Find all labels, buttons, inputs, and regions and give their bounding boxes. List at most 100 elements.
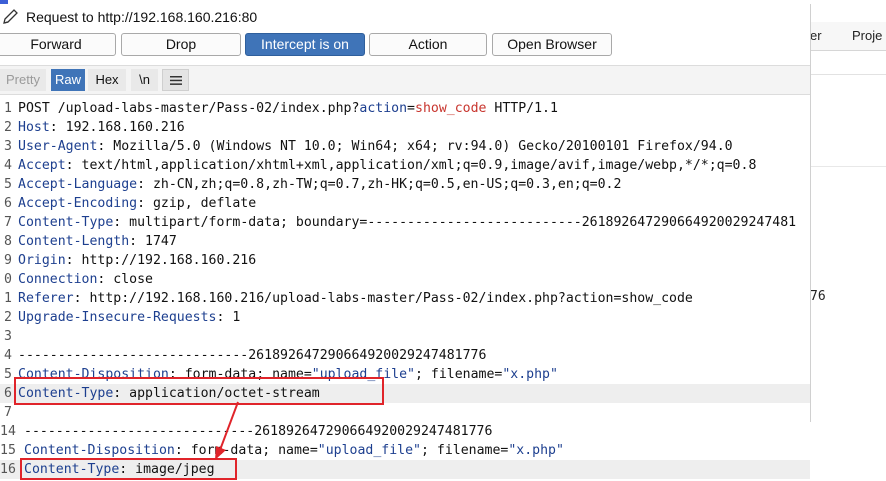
request-line[interactable]: 3 User-Agent: Mozilla/5.0 (Windows NT 10.…: [0, 137, 810, 156]
line-text: : gzip, deflate: [137, 196, 257, 211]
header-name: User-Agent: [18, 139, 98, 154]
request-line[interactable]: 2 Host: 192.168.160.216: [0, 118, 810, 137]
background-tab-project[interactable]: Proje: [852, 28, 882, 43]
divider: [810, 74, 886, 75]
title-bar: Request to http://192.168.160.216:80: [0, 4, 810, 30]
line-number: 5: [4, 367, 12, 382]
line-number: 1: [4, 101, 12, 116]
line-number: 0: [4, 272, 12, 287]
intercept-toggle-button[interactable]: Intercept is on: [245, 33, 365, 56]
request-line[interactable]: 7 Content-Type: multipart/form-data; boun…: [0, 213, 810, 232]
request-line[interactable]: 8 Content-Length: 1747: [0, 232, 810, 251]
line-number: 4: [4, 348, 12, 363]
line-content: -----------------------------26189264729…: [24, 422, 492, 441]
string-literal: "x.php": [508, 443, 564, 458]
line-number: 6: [4, 386, 12, 401]
line-text: : 1: [216, 310, 241, 325]
header-name: Host: [18, 120, 50, 135]
pencil-icon: [3, 9, 18, 24]
divider: [810, 166, 886, 167]
line-text: : zh-CN,zh;q=0.8,zh-TW;q=0.7,zh-HK;q=0.5…: [137, 177, 622, 192]
line-text: -----------------------------26189264729…: [18, 348, 487, 363]
menu-button[interactable]: [162, 69, 189, 91]
line-content: User-Agent: Mozilla/5.0 (Windows NT 10.0…: [18, 137, 733, 156]
request-line[interactable]: 5 Accept-Language: zh-CN,zh;q=0.8,zh-TW;q…: [0, 175, 810, 194]
highlight-box-octet-stream: [14, 377, 384, 405]
background-tab-bar: er Proje: [810, 22, 886, 51]
line-number: 16: [0, 462, 16, 477]
line-number: 3: [4, 139, 12, 154]
request-line[interactable]: 4 Accept: text/html,application/xhtml+xml…: [0, 156, 810, 175]
line-content: -----------------------------26189264729…: [18, 346, 486, 365]
request-line[interactable]: 3: [0, 327, 810, 346]
forward-button[interactable]: Forward: [0, 33, 116, 56]
request-line[interactable]: 14 -----------------------------261892647…: [0, 422, 810, 441]
request-line[interactable]: 1 Referer: http://192.168.160.216/upload-…: [0, 289, 810, 308]
line-text: : text/html,application/xhtml+xml,applic…: [65, 158, 757, 173]
request-line[interactable]: 4 -----------------------------2618926472…: [0, 346, 810, 365]
line-number: 3: [4, 329, 12, 344]
request-line[interactable]: 0 Connection: close: [0, 270, 810, 289]
line-number: 9: [4, 253, 12, 268]
line-number: 6: [4, 196, 12, 211]
line-content: Connection: close: [18, 270, 153, 289]
line-number: 15: [0, 443, 16, 458]
line-text: : 1747: [129, 234, 177, 249]
line-content: Referer: http://192.168.160.216/upload-l…: [18, 289, 693, 308]
request-line[interactable]: 6 Accept-Encoding: gzip, deflate: [0, 194, 810, 213]
action-button[interactable]: Action: [369, 33, 487, 56]
line-text: HTTP/1.1: [486, 101, 558, 116]
background-tab-partial[interactable]: er: [810, 28, 822, 43]
header-name: Content-Disposition: [24, 443, 175, 458]
tab-show-newlines[interactable]: \n: [131, 69, 158, 91]
header-name: Accept-Encoding: [18, 196, 138, 211]
header-name: Connection: [18, 272, 98, 287]
drop-button[interactable]: Drop: [121, 33, 241, 56]
header-name: Referer: [18, 291, 74, 306]
line-number: 7: [4, 215, 12, 230]
line-content: Upgrade-Insecure-Requests: 1: [18, 308, 240, 327]
header-name: Accept: [18, 158, 66, 173]
request-line[interactable]: 7: [0, 403, 810, 422]
tab-pretty[interactable]: Pretty: [0, 69, 46, 91]
header-name: Content-Type: [18, 215, 114, 230]
line-number: 2: [4, 120, 12, 135]
line-number: 14: [0, 424, 16, 439]
view-toolbar: Pretty Raw Hex \n: [0, 65, 810, 95]
line-number: 8: [4, 234, 12, 249]
line-text: : http://192.168.160.216: [65, 253, 257, 268]
open-browser-button[interactable]: Open Browser: [492, 33, 612, 56]
line-content: Origin: http://192.168.160.216: [18, 251, 256, 270]
line-number: 5: [4, 177, 12, 192]
tab-hex[interactable]: Hex: [88, 69, 126, 91]
intercept-panel: Request to http://192.168.160.216:80 For…: [0, 4, 811, 422]
line-text: POST /upload-labs-master/Pass-02/index.p…: [18, 101, 360, 116]
red-arrow-icon: [215, 401, 239, 460]
header-name: Accept-Language: [18, 177, 138, 192]
tab-raw[interactable]: Raw: [51, 69, 85, 91]
header-name: Content-Length: [18, 234, 130, 249]
line-text: =: [407, 101, 415, 116]
highlight-box-image-jpeg: [20, 458, 237, 480]
param-value: show_code: [415, 101, 487, 116]
request-line[interactable]: 2 Upgrade-Insecure-Requests: 1: [0, 308, 810, 327]
request-title: Request to http://192.168.160.216:80: [26, 9, 258, 25]
hamburger-menu-icon: [170, 76, 182, 85]
line-text: ; filename=: [415, 367, 503, 382]
string-literal: "upload_file": [317, 443, 421, 458]
line-number: 2: [4, 310, 12, 325]
line-content: Content-Type: multipart/form-data; bound…: [18, 213, 796, 232]
line-content: Host: 192.168.160.216: [18, 118, 185, 137]
line-number: 1: [4, 291, 12, 306]
header-name: Origin: [18, 253, 66, 268]
request-line[interactable]: 9 Origin: http://192.168.160.216: [0, 251, 810, 270]
header-name: Upgrade-Insecure-Requests: [18, 310, 217, 325]
line-text: : http://192.168.160.216/upload-labs-mas…: [73, 291, 693, 306]
line-text: : close: [97, 272, 153, 287]
request-line[interactable]: 1 POST /upload-labs-master/Pass-02/index.…: [0, 99, 810, 118]
string-literal: "x.php": [502, 367, 558, 382]
line-text: : Mozilla/5.0 (Windows NT 10.0; Win64; x…: [97, 139, 733, 154]
line-content: Accept: text/html,application/xhtml+xml,…: [18, 156, 756, 175]
line-text: ; filename=: [421, 443, 509, 458]
line-content: POST /upload-labs-master/Pass-02/index.p…: [18, 99, 558, 118]
